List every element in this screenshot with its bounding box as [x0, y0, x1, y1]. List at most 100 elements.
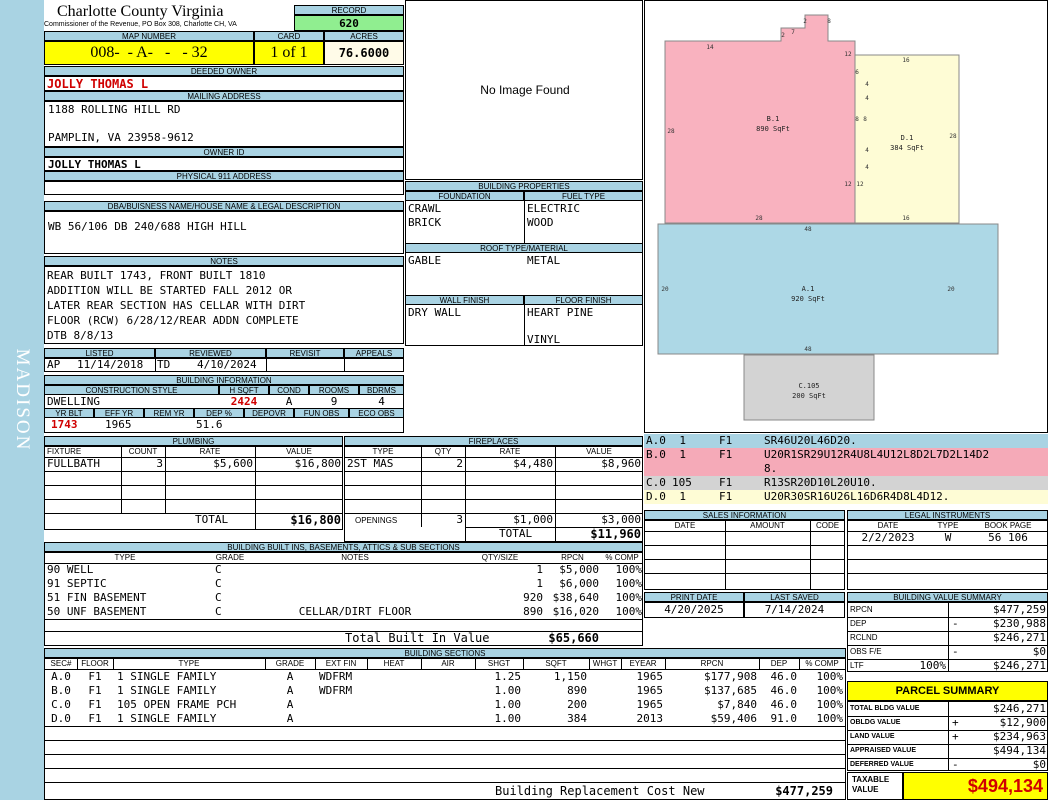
sketch-dimension: 48: [804, 346, 812, 353]
owner-id-label: OWNER ID: [44, 147, 404, 157]
built-in-total-label: Total Built In Value: [345, 631, 490, 645]
legend-count: 1: [679, 448, 686, 461]
fuel-2: WOOD: [527, 216, 554, 229]
section-cell: A: [286, 712, 294, 725]
built-in-cell: CELLAR/DIRT FLOOR: [298, 605, 412, 618]
built-in-cell: C: [215, 591, 222, 604]
reviewed-code: TD: [157, 358, 171, 371]
plumbing-count: 3: [156, 457, 163, 470]
sketch-label-id: A.1: [802, 285, 815, 293]
section-cell: 1,150: [553, 670, 587, 683]
wall-finish-label: WALL FINISH: [405, 295, 524, 305]
sketch-drawing: 2 82 7141216644288 8284412 1228 164820 2048 B.…: [657, 14, 999, 421]
plumbing-header-count: COUNT: [128, 447, 158, 456]
section-cell: 1965: [636, 670, 664, 683]
depreciation-pct: 51.6: [196, 418, 223, 431]
section-col-divider: [759, 659, 760, 669]
parcel-summary-value: $246,271: [993, 702, 1046, 715]
legend-code: SR46U20L46D20.: [764, 434, 857, 447]
built-in-cell: 100%: [615, 605, 643, 618]
value-summary-label: BUILDING VALUE SUMMARY: [847, 592, 1048, 602]
fireplaces-total-label: TOTAL: [499, 527, 533, 540]
section-row-line: [45, 726, 845, 727]
physical-address-label: PHYSICAL 911 ADDRESS: [44, 171, 404, 181]
sketch-label-area: 890 SqFt: [756, 125, 790, 133]
appeals-label: APPEALS: [344, 348, 404, 358]
section-cell: 1965: [636, 698, 664, 711]
mailing-address-box: 1188 ROLLING HILL RD PAMPLIN, VA 23958-9…: [44, 101, 404, 147]
built-in-cell: $16,020: [552, 605, 599, 618]
section-header: AIR: [441, 659, 455, 668]
built-in-cell: $38,640: [552, 591, 599, 604]
value-summary-label: RCLND: [850, 633, 878, 642]
plumbing-header-value: VALUE: [286, 447, 312, 456]
sketch-dimension: 48: [804, 226, 812, 233]
section-cell: 1 SINGLE FAMILY: [117, 684, 217, 697]
depovr-label: DEPOVR: [244, 408, 294, 418]
roof-material: METAL: [527, 254, 561, 267]
county-title: Charlotte County Virginia: [57, 3, 224, 20]
sketch-dimension: 28: [755, 215, 763, 222]
section-cell: 1.00: [494, 684, 522, 697]
notes-line: FLOOR (RCW) 6/28/12/REAR ADDN COMPLETE: [47, 314, 299, 327]
section-cell: 100%: [816, 684, 844, 697]
value-summary-label: DEP: [850, 619, 867, 628]
section-cell: 91.0: [770, 712, 798, 725]
map-number: 008- - A- - - 32: [44, 41, 254, 65]
record-label: RECORD: [294, 5, 404, 15]
section-col-divider: [475, 659, 476, 669]
section-cell: $7,840: [717, 698, 757, 711]
wall-finish: DRY WALL: [408, 306, 461, 319]
taxable-label-1: TAXABLE: [852, 775, 890, 784]
section-cell: C.0: [51, 698, 71, 711]
parcel-summary-value: $494,134: [993, 744, 1046, 757]
section-cell: WDFRM: [319, 684, 353, 697]
construction-style-label: CONSTRUCTION STYLE: [44, 385, 219, 395]
section-cell: 1.25: [494, 670, 522, 683]
legend-floor: F1: [719, 448, 733, 461]
section-cell: A: [286, 670, 294, 683]
reviewed-label: REVIEWED: [155, 348, 266, 358]
building-sections-table: Building Replacement Cost New $477,259 S…: [44, 658, 846, 800]
section-cell: 1.00: [494, 712, 522, 725]
legend-section: C.0: [646, 476, 666, 489]
section-cell: WDFRM: [319, 670, 353, 683]
sketch-dimension: 8: [827, 18, 831, 25]
legend-row: B.0 1 F1 U20R1SR29U12R4U8L4U12L8D2L7D2L14D2…: [644, 448, 1048, 476]
built-in-cell: 100%: [615, 577, 643, 590]
legal-type: W: [944, 531, 952, 544]
sketch-dimension: 7: [791, 29, 795, 36]
plumbing-total-label: TOTAL: [195, 513, 229, 526]
mailing-line-2: PAMPLIN, VA 23958-9612: [48, 131, 194, 144]
building-info-label: BUILDING INFORMATION: [44, 375, 404, 385]
sketch-dimension: 2: [781, 32, 785, 39]
value-summary-value: $230,988: [993, 617, 1046, 630]
sketch-label-area: 200 SqFt: [792, 392, 826, 400]
section-cell: 890: [567, 684, 587, 697]
section-cell: 200: [567, 698, 587, 711]
section-cell: 100%: [816, 670, 844, 683]
acres-value: 76.6000: [324, 41, 404, 65]
parcel-summary-value: $234,963: [993, 730, 1046, 743]
sketch-dimension: 6: [855, 69, 859, 76]
section-cell: $137,685: [704, 684, 757, 697]
deeded-owner-label: DEEDED OWNER: [44, 66, 404, 76]
legend-row: A.0 1 F1 SR46U20L46D20.: [644, 434, 1048, 448]
taxable-label-box: TAXABLE VALUE: [847, 772, 903, 800]
sketch-dimension: 28: [667, 128, 675, 135]
last-saved-label: LAST SAVED: [744, 592, 845, 602]
parcel-summary-sign: +: [952, 730, 959, 743]
plumbing-header-rate: RATE: [199, 447, 221, 456]
section-header: SEC#: [50, 659, 72, 668]
sketch-legend: A.0 1 F1 SR46U20L46D20. B.0 1 F1 U20R1SR29U12R4…: [644, 434, 1048, 508]
value-summary-table: RPCN $477,259 DEP - $230,988 RCLND $246,271 OBS…: [847, 602, 1048, 672]
sketch-label-id: D.1: [901, 134, 914, 142]
revisit-label: REVISIT: [266, 348, 344, 358]
deeded-owner: JOLLY THOMAS L: [44, 76, 404, 91]
listed-label: LISTED: [44, 348, 155, 358]
dba-legal-description: WB 56/106 DB 240/688 HIGH HILL: [44, 211, 404, 254]
value-summary-pct: 100%: [919, 659, 947, 672]
mailing-address-label: MAILING ADDRESS: [44, 91, 404, 101]
rooms: 9: [330, 395, 338, 408]
builtins-header-qty: QTY/SIZE: [481, 553, 519, 562]
